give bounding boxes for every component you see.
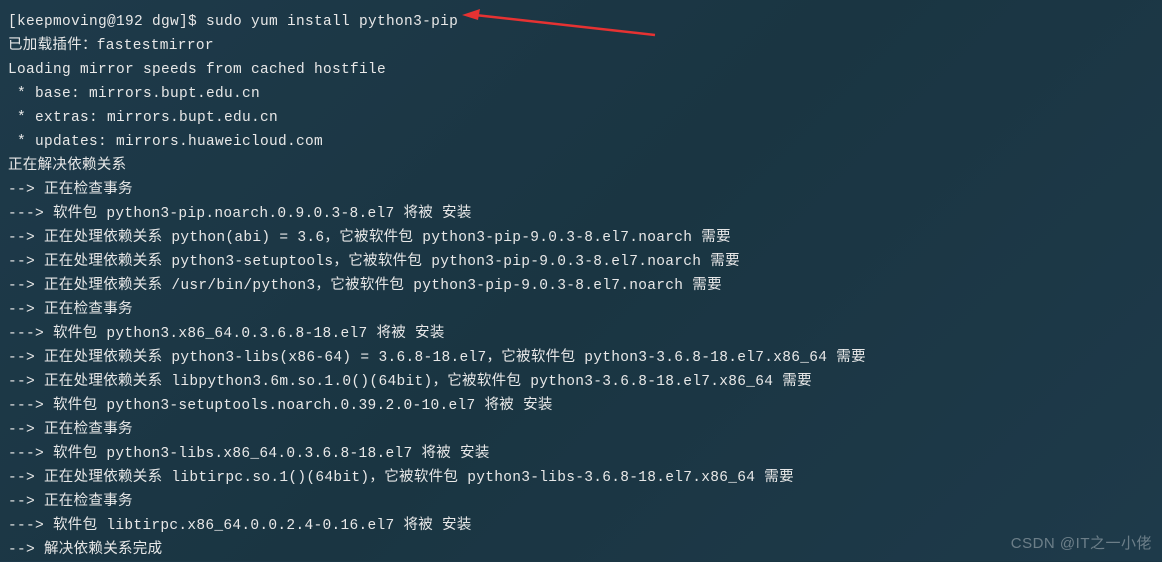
terminal-output-line: Loading mirror speeds from cached hostfi… [8,58,1154,82]
terminal-output-line: * updates: mirrors.huaweicloud.com [8,130,1154,154]
terminal-output-line: ---> 软件包 python3-pip.noarch.0.9.0.3-8.el… [8,202,1154,226]
terminal-output-line: --> 正在处理依赖关系 python(abi) = 3.6，它被软件包 pyt… [8,226,1154,250]
terminal-output-line: --> 正在处理依赖关系 libtirpc.so.1()(64bit)，它被软件… [8,466,1154,490]
terminal-prompt-line[interactable]: [keepmoving@192 dgw]$ sudo yum install p… [8,10,1154,34]
terminal-output-line: * base: mirrors.bupt.edu.cn [8,82,1154,106]
terminal-output-line: ---> 软件包 python3-libs.x86_64.0.3.6.8-18.… [8,442,1154,466]
terminal-output-line: --> 正在处理依赖关系 python3-setuptools，它被软件包 py… [8,250,1154,274]
watermark-text: CSDN @IT之一小佬 [1011,532,1152,556]
shell-prompt: [keepmoving@192 dgw]$ [8,14,206,30]
terminal-output-line: ---> 软件包 libtirpc.x86_64.0.0.2.4-0.16.el… [8,514,1154,538]
terminal-output: 已加载插件：fastestmirrorLoading mirror speeds… [8,34,1154,562]
terminal-output-line: --> 正在检查事务 [8,298,1154,322]
terminal-output-line: --> 正在检查事务 [8,490,1154,514]
terminal-output-line: 已加载插件：fastestmirror [8,34,1154,58]
terminal-output-line: 正在解决依赖关系 [8,154,1154,178]
terminal-output-line: --> 解决依赖关系完成 [8,538,1154,562]
shell-command: sudo yum install python3-pip [206,14,458,30]
terminal-output-line: --> 正在处理依赖关系 /usr/bin/python3，它被软件包 pyth… [8,274,1154,298]
terminal-output-line: * extras: mirrors.bupt.edu.cn [8,106,1154,130]
terminal-output-line: --> 正在处理依赖关系 python3-libs(x86-64) = 3.6.… [8,346,1154,370]
terminal-output-line: --> 正在处理依赖关系 libpython3.6m.so.1.0()(64bi… [8,370,1154,394]
terminal-output-line: --> 正在检查事务 [8,178,1154,202]
terminal-output-line: ---> 软件包 python3.x86_64.0.3.6.8-18.el7 将… [8,322,1154,346]
terminal-output-line: ---> 软件包 python3-setuptools.noarch.0.39.… [8,394,1154,418]
terminal-output-line: --> 正在检查事务 [8,418,1154,442]
